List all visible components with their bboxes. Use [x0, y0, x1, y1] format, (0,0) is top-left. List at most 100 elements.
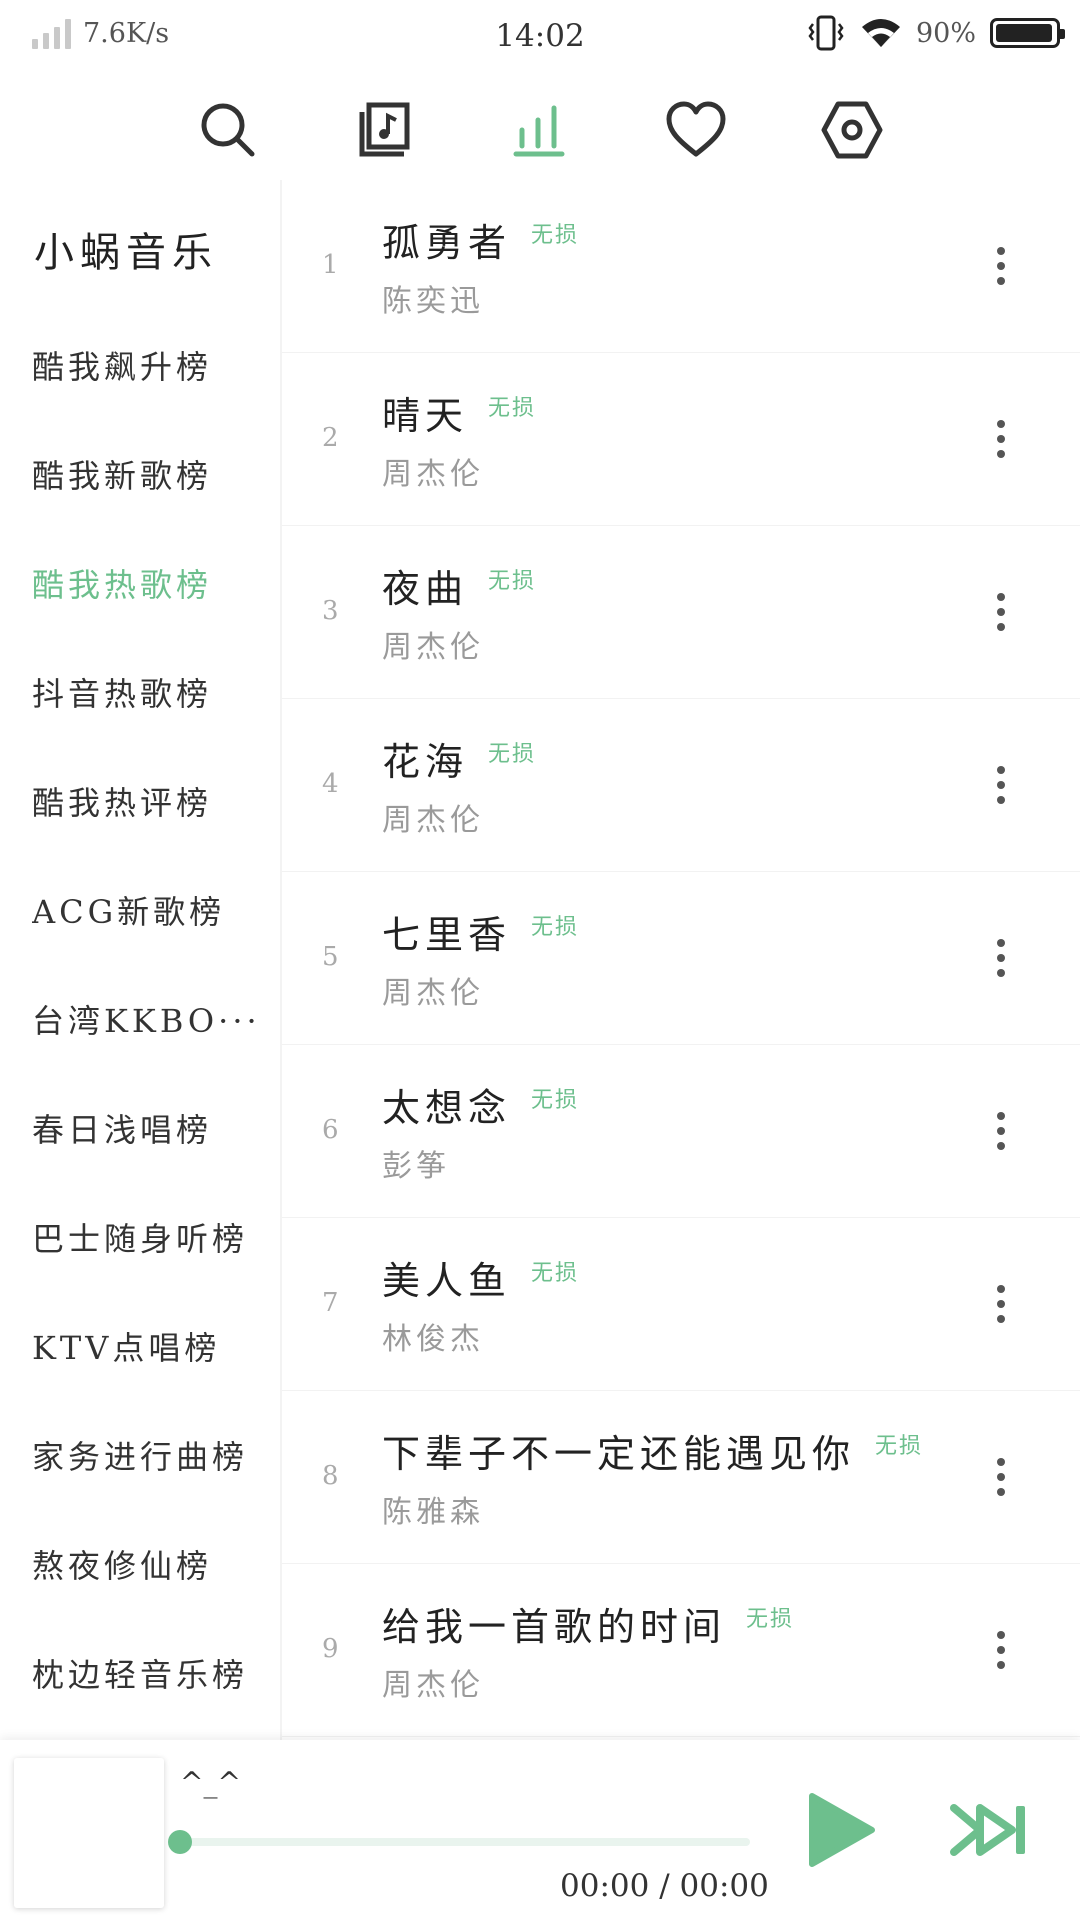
sidebar-item[interactable]: 酷我飙升榜 [32, 342, 258, 388]
song-artist: 周杰伦 [382, 630, 484, 665]
song-title: 孤勇者 [382, 221, 512, 265]
song-index: 6 [322, 1115, 339, 1145]
sidebar-item-active[interactable]: 酷我热歌榜 [32, 560, 258, 606]
song-artist: 陈奕迅 [382, 284, 484, 319]
time-display: 00:00 / 00:00 [560, 1868, 769, 1904]
more-options-icon[interactable] [986, 1614, 1016, 1686]
sidebar-item[interactable]: ACG新歌榜 [32, 887, 258, 933]
sidebar-item[interactable]: 酷我新歌榜 [32, 451, 258, 497]
sidebar-item[interactable]: KTV点唱榜 [32, 1323, 258, 1369]
player-bar: ^_^ 00:00 / 00:00 [0, 1740, 1080, 1920]
next-icon [950, 1804, 1025, 1856]
song-title: 给我一首歌的时间 [382, 1605, 727, 1649]
status-right: 90% [806, 14, 1065, 52]
nav-settings[interactable] [817, 90, 887, 170]
wifi-icon [861, 19, 900, 47]
sidebar-item[interactable]: 台湾KKBO··· [32, 996, 258, 1042]
progress-bar[interactable] [168, 1830, 750, 1854]
lossless-tag: 无损 [531, 914, 580, 940]
sidebar-item[interactable]: 熬夜修仙榜 [32, 1541, 258, 1587]
more-options-icon[interactable] [986, 576, 1016, 648]
song-index: 8 [322, 1461, 339, 1491]
song-row[interactable]: 4 花海 无损 周杰伦 [282, 699, 1080, 872]
song-row[interactable]: 1 孤勇者 无损 陈奕迅 [282, 180, 1080, 353]
total-time: 00:00 [679, 1868, 769, 1904]
more-options-icon[interactable] [986, 403, 1016, 475]
sidebar-item[interactable]: 春日浅唱榜 [32, 1105, 258, 1151]
battery-percent: 90% [915, 17, 976, 49]
song-title: 晴天 [382, 394, 469, 438]
settings-icon [821, 101, 883, 159]
vibrate-icon [808, 15, 844, 51]
more-options-icon[interactable] [986, 749, 1016, 821]
lossless-tag: 无损 [488, 741, 537, 767]
song-artist: 林俊杰 [382, 1322, 484, 1357]
song-index: 2 [322, 423, 339, 453]
progress-knob[interactable] [168, 1830, 192, 1854]
lossless-tag: 无损 [746, 1606, 795, 1632]
song-title-row: 七里香 无损 [382, 904, 579, 959]
lossless-tag: 无损 [531, 222, 580, 248]
nav-search[interactable] [193, 90, 263, 170]
nav-charts[interactable] [505, 90, 575, 170]
song-row[interactable]: 3 夜曲 无损 周杰伦 [282, 526, 1080, 699]
status-bar: 7.6K/s 14:02 90% [0, 0, 1080, 76]
lossless-tag: 无损 [875, 1433, 924, 1459]
sidebar-item[interactable]: 抖音热歌榜 [32, 669, 258, 715]
song-index: 7 [322, 1288, 339, 1318]
song-index: 1 [322, 250, 339, 280]
more-options-icon[interactable] [986, 230, 1016, 302]
song-index: 9 [322, 1634, 339, 1664]
song-title: 夜曲 [382, 567, 469, 611]
more-options-icon[interactable] [986, 1095, 1016, 1167]
song-title-row: 花海 无损 [382, 731, 536, 786]
song-title: 七里香 [382, 913, 512, 957]
search-icon [201, 103, 255, 157]
song-row[interactable]: 8 下辈子不一定还能遇见你 无损 陈雅森 [282, 1391, 1080, 1564]
song-title: 花海 [382, 740, 469, 784]
more-options-icon[interactable] [986, 922, 1016, 994]
more-options-icon[interactable] [986, 1441, 1016, 1513]
sidebar-item[interactable]: 家务进行曲榜 [32, 1432, 258, 1478]
song-row[interactable]: 7 美人鱼 无损 林俊杰 [282, 1218, 1080, 1391]
time-separator: / [659, 1868, 670, 1904]
song-title: 美人鱼 [382, 1259, 512, 1303]
song-title-row: 美人鱼 无损 [382, 1250, 579, 1305]
song-row[interactable]: 5 七里香 无损 周杰伦 [282, 872, 1080, 1045]
sidebar-item[interactable]: 酷我热评榜 [32, 778, 258, 824]
play-icon [809, 1793, 875, 1867]
song-index: 3 [322, 596, 339, 626]
chart-icon [513, 105, 565, 157]
music-library-icon [359, 102, 410, 157]
sidebar-item[interactable]: 巴士随身听榜 [32, 1214, 258, 1260]
more-options-icon[interactable] [986, 1268, 1016, 1340]
song-list: 1 孤勇者 无损 陈奕迅 2 晴天 无损 周杰伦 3 夜曲 无损 周杰伦 4 花… [282, 180, 1080, 1740]
lossless-tag: 无损 [488, 395, 537, 421]
nav-favorites[interactable] [661, 90, 731, 170]
song-artist: 周杰伦 [382, 976, 484, 1011]
song-title-row: 晴天 无损 [382, 385, 536, 440]
song-index: 4 [322, 769, 339, 799]
song-row[interactable]: 2 晴天 无损 周杰伦 [282, 353, 1080, 526]
song-row[interactable]: 6 太想念 无损 彭筝 [282, 1045, 1080, 1218]
next-button[interactable] [950, 1802, 1030, 1858]
album-cover[interactable] [14, 1758, 164, 1908]
sidebar-item[interactable]: 枕边轻音乐榜 [32, 1650, 258, 1696]
song-title-row: 下辈子不一定还能遇见你 无损 [382, 1423, 923, 1478]
song-row[interactable]: 9 给我一首歌的时间 无损 周杰伦 [282, 1564, 1080, 1737]
song-title-row: 太想念 无损 [382, 1077, 579, 1132]
lossless-tag: 无损 [531, 1087, 580, 1113]
play-button[interactable] [798, 1790, 878, 1870]
heart-icon [666, 101, 726, 157]
song-title-row: 孤勇者 无损 [382, 212, 579, 267]
sidebar: 小蜗音乐 酷我飙升榜 酷我新歌榜 酷我热歌榜 抖音热歌榜 酷我热评榜 ACG新歌… [0, 180, 282, 1740]
lossless-tag: 无损 [488, 568, 537, 594]
song-title: 太想念 [382, 1086, 512, 1130]
song-artist: 周杰伦 [382, 457, 484, 492]
lossless-tag: 无损 [531, 1260, 580, 1286]
song-artist: 周杰伦 [382, 803, 484, 838]
nav-library[interactable] [349, 90, 419, 170]
song-artist: 周杰伦 [382, 1668, 484, 1703]
song-index: 5 [322, 942, 339, 972]
now-playing-title: ^_^ [180, 1766, 241, 1799]
